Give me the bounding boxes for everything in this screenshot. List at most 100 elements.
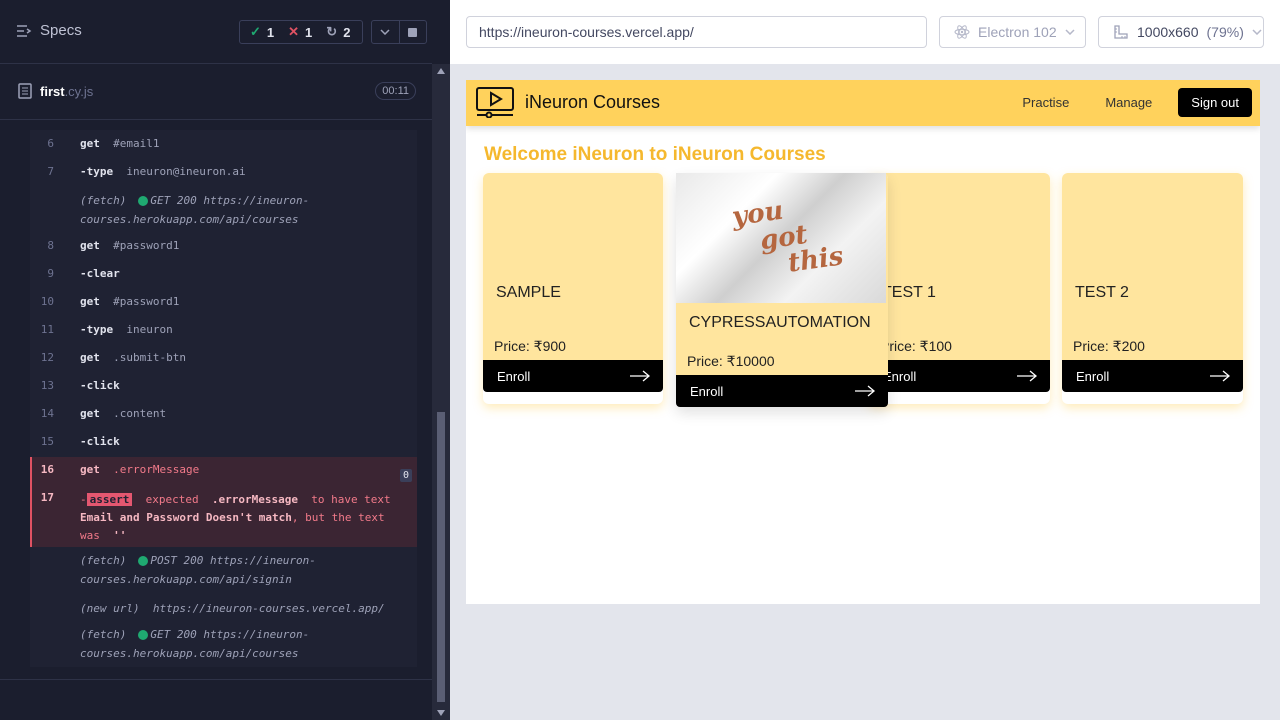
check-icon: ✓ <box>250 24 261 39</box>
stop-button[interactable] <box>398 21 427 43</box>
command-name: -type <box>80 323 114 336</box>
command-arg: #email1 <box>113 137 160 150</box>
preview-toolbar: https://ineuron-courses.vercel.app/ Elec… <box>450 0 1280 64</box>
fetch-url: GET 200 https://ineuron- <box>150 194 310 207</box>
course-price: Price: ₹100 <box>880 338 952 354</box>
course-card: TEST 2 Price: ₹200 Enroll <box>1062 173 1243 404</box>
line-number: 6 <box>47 137 54 150</box>
nav-practise[interactable]: Practise <box>1022 95 1069 110</box>
app-navbar: iNeuron Courses Practise Manage Sign out <box>466 80 1260 126</box>
welcome-heading: Welcome iNeuron to iNeuron Courses <box>484 144 826 165</box>
scroll-down-icon[interactable] <box>437 710 445 716</box>
viewport-selector[interactable]: 1000x660 (79%) <box>1098 16 1264 48</box>
chevron-down-icon <box>1065 29 1075 35</box>
command-arg: .errorMessage <box>113 463 200 476</box>
electron-icon <box>954 25 970 39</box>
assert-to-have: to have text <box>311 493 391 506</box>
nav-manage[interactable]: Manage <box>1105 95 1152 110</box>
failed-stat: ✕ 1 <box>288 24 312 40</box>
fetch-label: (fetch) <box>80 194 127 207</box>
chevron-down-icon <box>1252 29 1262 35</box>
element-count-badge: 0 <box>399 469 412 482</box>
command-name: get <box>80 351 100 364</box>
command-arg: ineuron <box>126 323 173 336</box>
assert-selector: .errorMessage <box>211 493 298 506</box>
course-title: TEST 2 <box>1075 284 1129 301</box>
fetch-row[interactable]: (fetch) POST 200 https://ineuron-courses.… <box>30 551 417 591</box>
arrow-right-icon <box>1017 370 1038 382</box>
brand-name: iNeuron Courses <box>525 91 661 112</box>
fetch-label: (fetch) <box>80 628 127 641</box>
url-field[interactable]: https://ineuron-courses.vercel.app/ <box>466 16 927 48</box>
pending-count: 2 <box>343 24 351 40</box>
line-number: 13 <box>40 379 54 392</box>
assert-but: , but the text <box>291 511 385 524</box>
file-icon <box>18 83 32 99</box>
course-price: Price: ₹10000 <box>687 353 775 369</box>
assert-dash: - <box>80 493 87 506</box>
line-number: 14 <box>40 407 54 420</box>
fetch-label: (fetch) <box>80 554 127 567</box>
command-arg: #password1 <box>113 239 180 252</box>
command-arg: #password1 <box>113 295 180 308</box>
enroll-button[interactable]: Enroll <box>869 360 1050 392</box>
arrow-right-icon <box>855 385 876 397</box>
scrollbar-thumb[interactable] <box>437 412 445 702</box>
fetch-url: GET 200 https://ineuron- <box>150 628 310 641</box>
pending-stat: ↻ 2 <box>326 24 350 40</box>
enroll-button[interactable]: Enroll <box>483 360 663 392</box>
assert-message: - assert expected .errorMessage to have t… <box>80 491 400 545</box>
card-body <box>869 173 1050 360</box>
ruler-icon <box>1114 25 1128 39</box>
course-price: Price: ₹200 <box>1073 338 1145 354</box>
course-price: Price: ₹900 <box>494 338 566 354</box>
status-dot-icon <box>138 556 149 566</box>
browser-selector[interactable]: Electron 102 <box>939 16 1086 48</box>
image-text: this <box>786 241 846 279</box>
command-arg: .content <box>113 407 167 420</box>
run-controls <box>371 20 427 44</box>
spec-ext: .cy.js <box>64 83 94 99</box>
new-url-value: https://ineuron-courses.vercel.app/ <box>152 602 385 615</box>
command-name: get <box>80 295 100 308</box>
command-name: get <box>80 463 100 476</box>
pending-icon: ↻ <box>326 24 338 39</box>
enroll-button[interactable]: Enroll <box>1062 360 1243 392</box>
course-title: CYPRESSAUTOMATION <box>689 314 871 331</box>
failed-count: 1 <box>305 24 313 40</box>
test-stats: ✓ 1 ✕ 1 ↻ 2 <box>239 20 363 44</box>
command-arg: ineuron@ineuron.ai <box>126 165 246 178</box>
enroll-button[interactable]: Enroll <box>676 375 888 407</box>
fetch-row[interactable]: (fetch) GET 200 https://ineuron-courses.h… <box>30 625 417 665</box>
card-body <box>483 173 663 360</box>
enroll-label: Enroll <box>1076 368 1110 384</box>
divider <box>0 679 432 680</box>
nav-links: Practise Manage Sign out <box>1022 88 1252 117</box>
x-icon: ✕ <box>288 24 300 39</box>
log-scrollbar[interactable] <box>432 64 450 720</box>
sign-out-button[interactable]: Sign out <box>1178 88 1252 117</box>
failed-command-block[interactable]: 16 get .errorMessage 0 17 - assert expect… <box>30 457 417 547</box>
fetch-row[interactable]: (fetch) GET 200 https://ineuron-courses.h… <box>30 191 417 231</box>
command-arg: .submit-btn <box>113 351 186 364</box>
course-card: TEST 1 Price: ₹100 Enroll <box>869 173 1050 404</box>
fetch-url-cont: courses.herokuapp.com/api/signin <box>80 573 292 586</box>
command-name: get <box>80 407 100 420</box>
specs-toggle[interactable]: Specs <box>16 22 82 39</box>
viewport-size: 1000x660 <box>1137 24 1199 40</box>
status-dot-icon <box>138 196 149 206</box>
line-number: 12 <box>40 351 54 364</box>
scroll-up-icon[interactable] <box>437 68 445 74</box>
application-under-test: iNeuron Courses Practise Manage Sign out… <box>466 80 1260 604</box>
line-number: 9 <box>47 267 54 280</box>
line-number: 11 <box>40 323 54 336</box>
chevron-down-icon <box>380 29 390 35</box>
app-brand[interactable]: iNeuron Courses <box>475 86 660 118</box>
line-number: 16 <box>40 463 54 476</box>
specs-list-icon <box>17 24 32 37</box>
spec-duration: 00:11 <box>375 82 416 100</box>
assert-empty: '' <box>113 529 127 542</box>
spec-file-row[interactable]: first.cy.js 00:11 <box>0 65 432 120</box>
line-number: 10 <box>40 295 54 308</box>
collapse-button[interactable] <box>372 21 399 43</box>
